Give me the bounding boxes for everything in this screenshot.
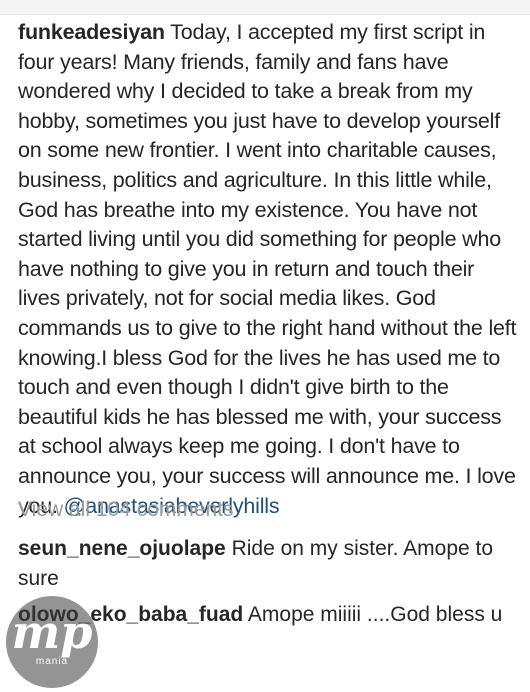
comment-text: Amope miiiii ....God bless u xyxy=(247,603,503,626)
watermark-logo-text: mp xyxy=(11,605,93,659)
top-strip xyxy=(0,0,530,15)
view-all-comments-link[interactable]: View all 104 comments xyxy=(18,496,234,524)
comment-username[interactable]: seun_nene_ojuolape xyxy=(18,537,226,560)
post-caption: funkeadesiyan Today, I accepted my first… xyxy=(18,18,518,521)
watermark-sub-text: mania xyxy=(35,656,69,667)
post-username[interactable]: funkeadesiyan xyxy=(18,20,165,44)
comment-item: seun_nene_ojuolape Ride on my sister. Am… xyxy=(18,534,518,594)
caption-text: Today, I accepted my first script in fou… xyxy=(18,20,517,518)
watermark-logo: mp mania xyxy=(6,596,98,688)
